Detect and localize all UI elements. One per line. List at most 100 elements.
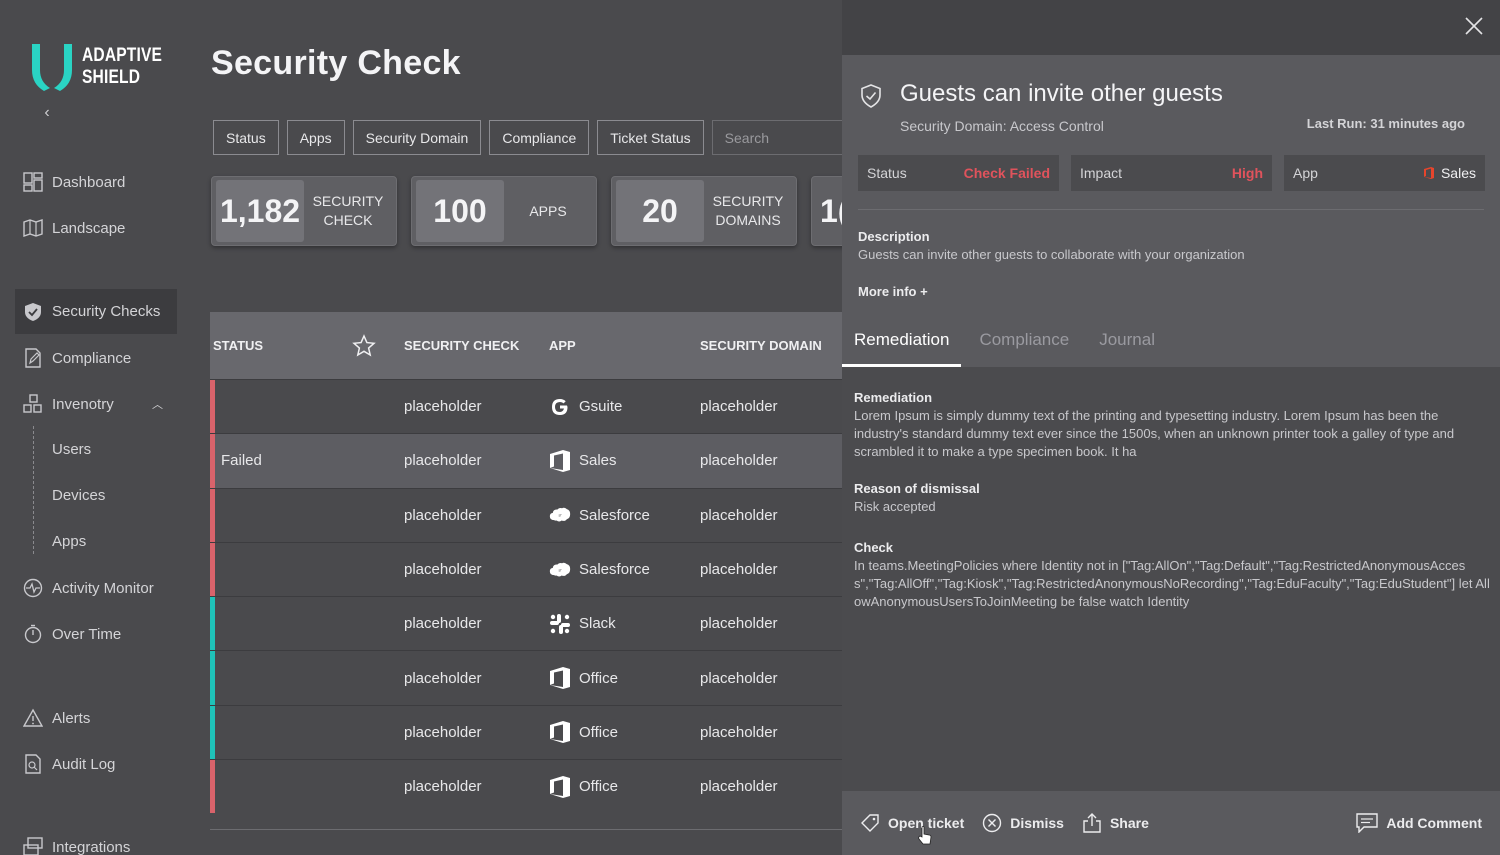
dismiss-label: Dismiss: [1010, 815, 1064, 831]
check-heading: Check: [854, 540, 894, 555]
drawer-header: [842, 0, 1500, 55]
status-indicator: [210, 760, 215, 814]
check-title: Guests can invite other guests: [900, 80, 1223, 107]
row-domain: placeholder: [700, 615, 778, 633]
description-text: Guests can invite other guests to collab…: [858, 247, 1245, 262]
table-row[interactable]: placeholder Office placeholder: [210, 704, 842, 760]
stat-card-security-domains[interactable]: 20 SECURITY DOMAINS: [611, 176, 797, 246]
sidebar-item-label: Dashboard: [52, 173, 126, 191]
salesforce-icon: sf: [549, 504, 571, 526]
sidebar: ADAPTIVE SHIELD ‹ Dashboard Landscape Se…: [0, 0, 192, 855]
office-icon: [549, 721, 571, 744]
more-info-link[interactable]: More info +: [858, 284, 928, 299]
row-app: Office: [549, 760, 618, 813]
row-check: placeholder: [404, 506, 482, 524]
sidebar-item-integrations[interactable]: Integrations: [15, 825, 177, 855]
col-status-header[interactable]: STATUS: [213, 338, 263, 353]
table-row[interactable]: placeholder Office placeholder: [210, 759, 842, 814]
sidebar-item-label: Activity Monitor: [52, 579, 154, 597]
sidebar-item-activity-monitor[interactable]: Activity Monitor: [15, 566, 177, 610]
app-value[interactable]: Sales: [1423, 165, 1476, 181]
security-domain-label: Security Domain: Access Control: [900, 118, 1104, 134]
remediation-heading: Remediation: [854, 390, 933, 405]
row-app: Slack: [549, 597, 616, 650]
row-app: sf Salesforce: [549, 489, 650, 542]
table-row[interactable]: placeholder sf Salesforce placeholder: [210, 541, 842, 597]
sidebar-item-landscape[interactable]: Landscape: [15, 206, 177, 250]
sidebar-subitem-users[interactable]: Users: [52, 441, 91, 458]
info-boxes: Status Check Failed Impact High App Sale…: [858, 155, 1485, 191]
app-label: App: [1293, 165, 1318, 181]
table-row[interactable]: placeholder Gsuite placeholder: [210, 379, 842, 434]
app-box: App Sales: [1284, 155, 1485, 191]
salesforce-icon: sf: [549, 559, 571, 581]
row-domain: placeholder: [700, 452, 778, 470]
row-check: placeholder: [404, 723, 482, 741]
sidebar-item-label: Security Checks: [52, 303, 161, 320]
col-app-header[interactable]: APP: [549, 338, 576, 353]
stat-value: 1,182: [216, 180, 304, 242]
status-indicator: [210, 434, 215, 488]
sidebar-item-label: Integrations: [52, 838, 131, 855]
stat-card-apps[interactable]: 100 APPS: [411, 176, 597, 246]
filter-status-button[interactable]: Status: [213, 120, 279, 155]
row-app: Office: [549, 706, 618, 759]
open-ticket-button[interactable]: Open ticket: [860, 813, 964, 833]
add-comment-button[interactable]: Add Comment: [1356, 813, 1482, 833]
star-icon[interactable]: [352, 334, 376, 361]
filter-ticket-status-button[interactable]: Ticket Status: [597, 120, 704, 155]
row-app-name: Office: [579, 669, 618, 687]
tab-remediation[interactable]: Remediation: [842, 330, 962, 367]
table-row[interactable]: Failed placeholder Sales placeholder: [210, 433, 842, 488]
sidebar-item-label: Landscape: [52, 219, 126, 237]
google-icon: [549, 396, 571, 418]
row-domain: placeholder: [700, 561, 778, 579]
sidebar-item-compliance[interactable]: Compliance: [15, 336, 177, 380]
tab-compliance[interactable]: Compliance: [967, 330, 1081, 367]
check-text: In teams.MeetingPolicies where Identity …: [854, 558, 1490, 609]
row-app-name: Salesforce: [579, 561, 650, 579]
stat-value: 100: [416, 180, 504, 242]
dismiss-button[interactable]: Dismiss: [982, 813, 1064, 833]
status-badge: Check Failed: [963, 165, 1050, 181]
share-button[interactable]: Share: [1082, 813, 1149, 833]
table-row[interactable]: placeholder sf Salesforce placeholder: [210, 487, 842, 542]
col-check-header[interactable]: SECURITY CHECK: [404, 338, 519, 353]
row-check: placeholder: [404, 452, 482, 470]
col-domain-header[interactable]: SECURITY DOMAIN: [700, 338, 822, 353]
remediation-section: Remediation Lorem Ipsum is simply dummy …: [854, 389, 1490, 461]
shield-logo-icon: [32, 44, 72, 91]
filter-compliance-button[interactable]: Compliance: [489, 120, 590, 155]
sidebar-item-security-checks[interactable]: Security Checks: [15, 289, 177, 334]
sidebar-subitem-devices[interactable]: Devices: [52, 487, 105, 504]
cursor-icon: [918, 826, 932, 845]
table-row[interactable]: placeholder Office placeholder: [210, 650, 842, 705]
filter-apps-button[interactable]: Apps: [286, 120, 345, 155]
status-indicator: [210, 542, 215, 597]
office-icon: [549, 775, 571, 798]
stat-card-security-check[interactable]: 1,182 SECURITY CHECK: [211, 176, 397, 246]
table-header: STATUS SECURITY CHECK APP SECURITY DOMAI…: [210, 312, 842, 379]
row-check: placeholder: [404, 398, 482, 416]
office-icon: [1423, 167, 1434, 179]
sidebar-item-audit-log[interactable]: Audit Log: [15, 742, 177, 786]
divider: [858, 209, 1484, 210]
shield-check-icon: [23, 302, 43, 322]
status-indicator: [210, 597, 215, 651]
sidebar-item-alerts[interactable]: Alerts: [15, 696, 177, 740]
sidebar-item-label: Compliance: [52, 349, 132, 367]
chevron-up-icon[interactable]: ︿: [152, 396, 163, 412]
sidebar-item-dashboard[interactable]: Dashboard: [15, 160, 177, 204]
collapse-sidebar-button[interactable]: ‹: [40, 104, 54, 124]
sidebar-subitem-apps[interactable]: Apps: [52, 533, 86, 550]
search-input[interactable]: [711, 120, 852, 155]
sidebar-item-inventory[interactable]: Invenotry ︿: [15, 382, 177, 426]
sidebar-item-over-time[interactable]: Over Time: [15, 612, 177, 656]
filter-security-domain-button[interactable]: Security Domain: [352, 120, 482, 155]
stat-value: 20: [616, 180, 704, 242]
brand-logo[interactable]: ADAPTIVE SHIELD: [30, 42, 180, 92]
page-title: Security Check: [211, 44, 461, 82]
close-icon[interactable]: [1464, 16, 1484, 36]
table-row[interactable]: placeholder Slack placeholder: [210, 596, 842, 651]
tab-journal[interactable]: Journal: [1087, 330, 1167, 367]
